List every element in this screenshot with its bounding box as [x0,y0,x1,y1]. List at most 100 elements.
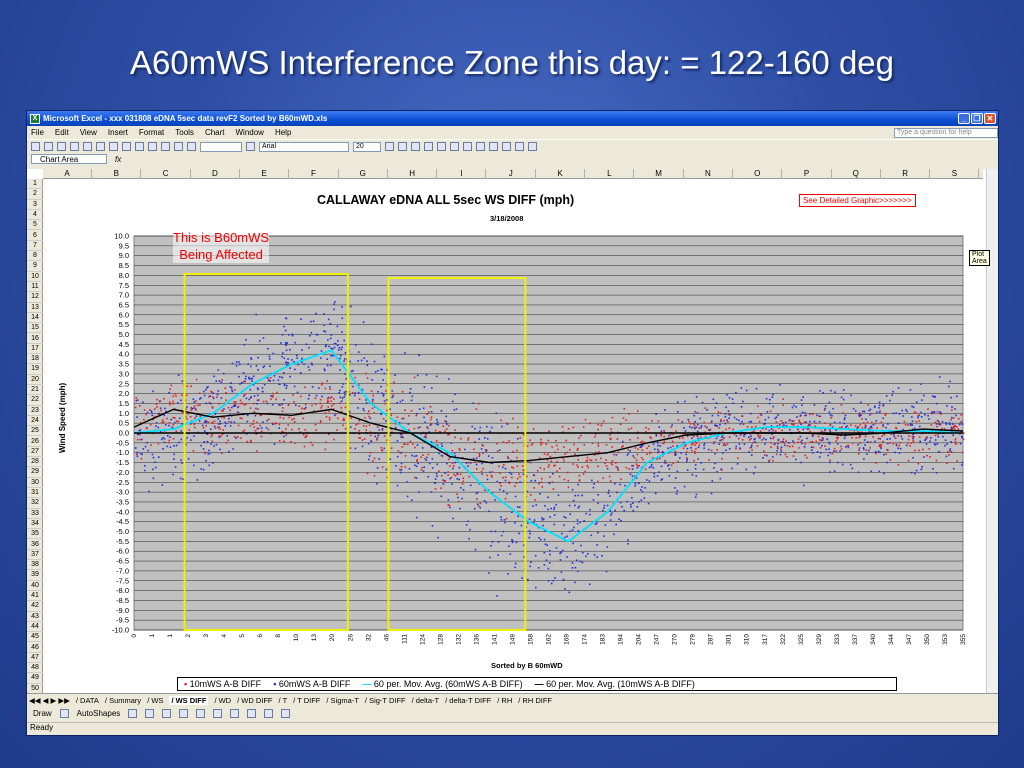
align-right-icon[interactable] [450,142,459,151]
row-header[interactable]: 24 [27,416,43,427]
sheet-tab[interactable]: / delta-T DIFF [445,696,491,705]
font-color-draw-icon[interactable] [281,709,291,718]
align-center-icon[interactable] [437,142,446,151]
redo-icon[interactable] [148,142,157,151]
row-header[interactable]: 9 [27,261,43,272]
column-header[interactable]: O [733,169,783,179]
arrow-icon[interactable] [145,709,155,718]
sheet-tab[interactable]: / WD [214,696,231,705]
row-header[interactable]: 6 [27,231,43,241]
menu-window[interactable]: Window [236,128,264,137]
vertical-scrollbar[interactable] [986,169,998,693]
row-header[interactable]: 19 [27,364,43,375]
sheet-tab[interactable]: / Sig-T DIFF [365,696,406,705]
row-header[interactable]: 35 [27,529,43,540]
column-header[interactable]: K [536,169,585,179]
line-color-icon[interactable] [264,709,274,718]
row-header[interactable]: 7 [27,241,43,252]
column-header[interactable]: P [783,169,832,179]
column-header[interactable]: B [92,169,142,179]
column-header[interactable]: M [635,169,684,179]
row-header[interactable]: 14 [27,313,43,324]
sheet-tab[interactable]: / WD DIFF [237,696,272,705]
sheet-tab[interactable]: / DATA [76,696,99,705]
row-header[interactable]: 37 [27,550,43,561]
font-select[interactable]: Arial [259,141,349,152]
menu-view[interactable]: View [80,128,97,137]
sheet-tab[interactable]: / T [279,696,288,705]
open-icon[interactable] [44,142,53,151]
menu-help[interactable]: Help [275,128,291,137]
row-header[interactable]: 23 [27,406,43,416]
row-header[interactable]: 50 [27,684,43,693]
row-header[interactable]: 12 [27,292,43,303]
currency-icon[interactable] [476,142,485,151]
column-header[interactable]: D [191,169,240,179]
preview-icon[interactable] [83,142,92,151]
save-icon[interactable] [57,142,66,151]
sheet-tab[interactable]: / WS DIFF [169,695,209,705]
row-header[interactable]: 5 [27,220,43,231]
column-header[interactable]: N [684,169,733,179]
fill-icon[interactable] [247,709,257,718]
font-size-select[interactable]: 20 [353,141,381,152]
column-header[interactable]: F [290,169,339,179]
row-header[interactable]: 28 [27,457,43,468]
chart-wizard-icon[interactable] [187,142,196,151]
column-header[interactable]: H [388,169,438,179]
ask-question-input[interactable]: Type a question for help [894,127,998,138]
row-header[interactable]: 13 [27,303,43,313]
row-header[interactable]: 30 [27,478,43,488]
chart-area[interactable]: CALLAWAY eDNA ALL 5sec WS DIFF (mph) 3/1… [47,181,990,693]
paste-icon[interactable] [122,142,131,151]
row-header[interactable]: 1 [27,179,43,190]
sort-icon[interactable] [174,142,183,151]
sheet-tab[interactable]: / T DIFF [293,696,320,705]
merge-icon[interactable] [463,142,472,151]
row-header[interactable]: 27 [27,447,43,458]
rectangle-icon[interactable] [162,709,172,718]
row-header[interactable]: 46 [27,643,43,653]
wordart-icon[interactable] [213,709,223,718]
row-header[interactable]: 26 [27,437,43,447]
row-header[interactable]: 41 [27,591,43,602]
menu-format[interactable]: Format [139,128,164,137]
legend[interactable]: • 10mWS A-B DIFF • 60mWS A-B DIFF — 60 p… [177,677,897,691]
row-header[interactable]: 49 [27,673,43,684]
minimize-button[interactable]: _ [958,113,970,124]
row-header[interactable]: 15 [27,323,43,334]
row-header[interactable]: 22 [27,395,43,406]
row-header[interactable]: 29 [27,467,43,478]
row-header[interactable]: 42 [27,601,43,612]
row-header[interactable]: 47 [27,653,43,664]
row-header[interactable]: 17 [27,344,43,355]
row-header[interactable]: 43 [27,612,43,622]
sheet-tab[interactable]: / delta-T [412,696,440,705]
column-header[interactable]: Q [832,169,881,179]
row-header[interactable]: 10 [27,272,43,282]
row-header[interactable]: 16 [27,334,43,344]
row-header[interactable]: 2 [27,189,43,200]
sheet-tab[interactable]: / Sigma-T [326,696,359,705]
column-header[interactable]: R [881,169,931,179]
column-header[interactable]: S [930,169,980,179]
menu-chart[interactable]: Chart [205,128,225,137]
row-header[interactable]: 18 [27,354,43,365]
column-header[interactable]: A [43,169,92,179]
menu-edit[interactable]: Edit [55,128,69,137]
underline-icon[interactable] [411,142,420,151]
row-header[interactable]: 3 [27,200,43,210]
row-header[interactable]: 11 [27,282,43,293]
column-header[interactable]: L [585,169,635,179]
row-header[interactable]: 45 [27,632,43,643]
row-header[interactable]: 8 [27,251,43,262]
row-header[interactable]: 32 [27,498,43,509]
borders-icon[interactable] [502,142,511,151]
italic-icon[interactable] [398,142,407,151]
picture-icon[interactable] [230,709,240,718]
column-header[interactable]: C [142,169,191,179]
row-header[interactable]: 33 [27,509,43,519]
row-header[interactable]: 21 [27,385,43,396]
copy-icon[interactable] [109,142,118,151]
help-icon[interactable] [246,142,255,151]
